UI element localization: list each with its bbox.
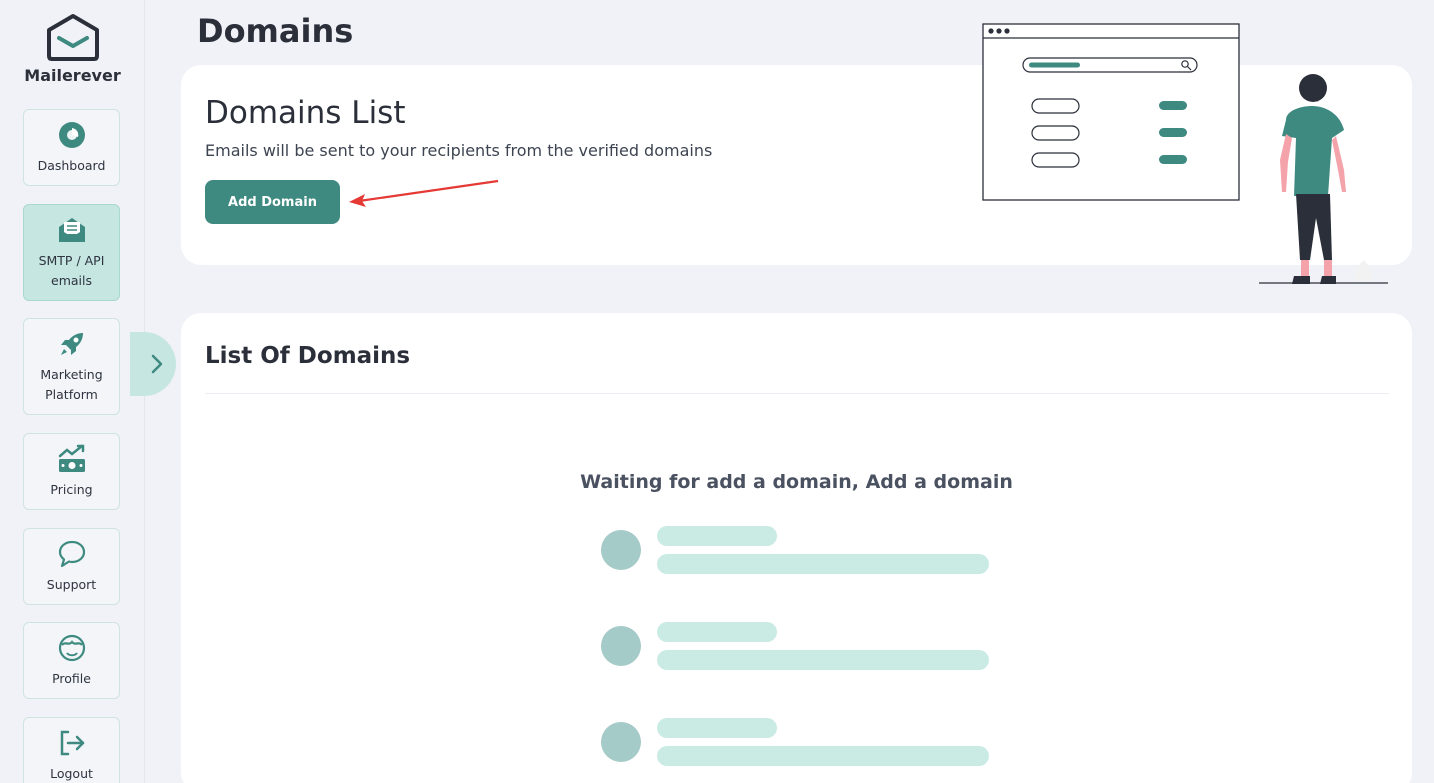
sidebar-item-label: SMTP / API emails (38, 252, 105, 288)
list-of-domains-card: List Of Domains Waiting for add a domain… (181, 313, 1412, 783)
sidebar-item-dashboard[interactable]: Dashboard (23, 109, 120, 186)
skeleton-avatar (601, 626, 641, 666)
sidebar-item-label: Profile (52, 670, 91, 686)
logo[interactable]: Mailerever (0, 12, 145, 85)
sidebar-item-pricing[interactable]: Pricing (23, 433, 120, 510)
page-title: Domains (197, 12, 354, 50)
chevron-right-icon (151, 354, 163, 374)
sidebar-item-label: Dashboard (37, 157, 106, 173)
skeleton-line (657, 746, 989, 766)
browser-person-illustration (982, 23, 1388, 284)
skeleton-row (601, 622, 1001, 672)
add-domain-button[interactable]: Add Domain (205, 180, 340, 224)
skeleton-line (657, 718, 777, 738)
sidebar: Mailerever Dashboard SMTP / API emails M… (0, 0, 145, 783)
sidebar-item-label: Pricing (50, 481, 93, 497)
sidebar-item-smtp-api-emails[interactable]: SMTP / API emails (23, 204, 120, 301)
empty-state-message: Waiting for add a domain, Add a domain (580, 471, 1013, 493)
sidebar-item-support[interactable]: Support (23, 528, 120, 605)
sidebar-item-profile[interactable]: Profile (23, 622, 120, 699)
list-title: List Of Domains (205, 343, 411, 369)
skeleton-avatar (601, 530, 641, 570)
money-chart-icon (58, 444, 85, 472)
user-face-icon (58, 634, 85, 661)
mail-open-icon (58, 217, 85, 242)
skeleton-line (657, 554, 989, 574)
rocket-icon (60, 332, 83, 355)
chat-bubble-icon (58, 540, 85, 567)
skeleton-line (657, 526, 777, 546)
skeleton-line (657, 650, 989, 670)
card-subtitle: Emails will be sent to your recipients f… (205, 141, 713, 160)
envelope-logo-icon (46, 14, 99, 61)
sidebar-item-label: Marketing Platform (40, 366, 103, 402)
sidebar-item-label: Support (46, 576, 97, 592)
skeleton-avatar (601, 722, 641, 762)
logout-icon (60, 730, 84, 755)
sidebar-item-label: Logout (50, 765, 93, 781)
pie-chart-icon (58, 121, 85, 148)
sidebar-item-marketing-platform[interactable]: Marketing Platform (23, 318, 120, 415)
sidebar-item-logout[interactable]: Logout (23, 717, 120, 783)
card-title: Domains List (205, 95, 406, 131)
app-name: Mailerever (24, 66, 121, 85)
sidebar-toggle-button[interactable] (130, 332, 176, 396)
divider (205, 393, 1389, 394)
annotation-arrow-icon (349, 179, 499, 207)
skeleton-row (601, 718, 1001, 768)
skeleton-line (657, 622, 777, 642)
skeleton-row (601, 526, 1001, 576)
